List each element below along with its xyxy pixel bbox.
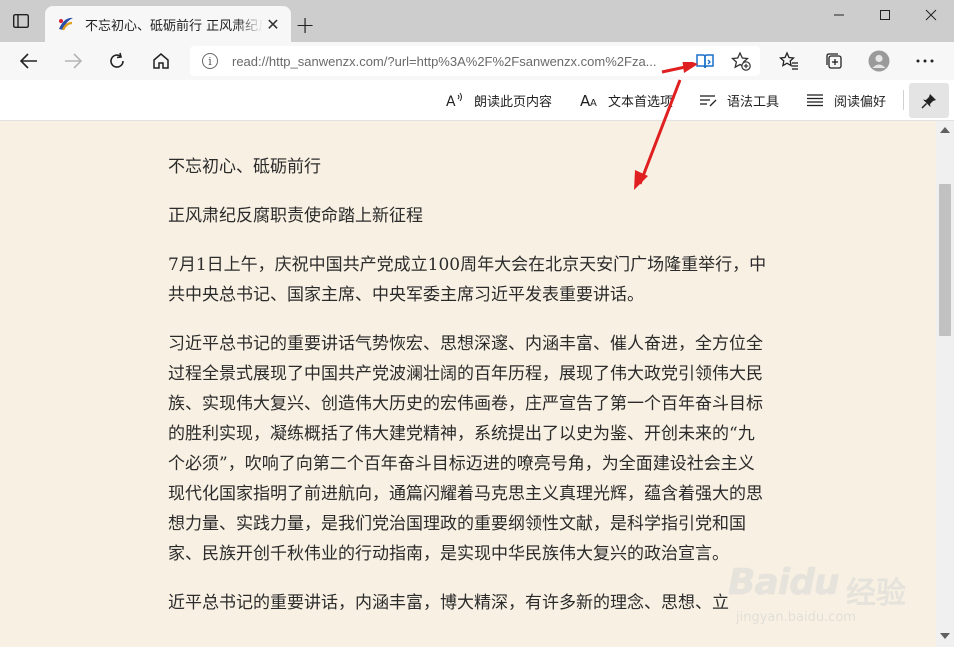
back-button[interactable]	[15, 47, 43, 75]
active-tab[interactable]: 不忘初心、砥砺前行 正风肃纪反 ✕	[45, 6, 291, 42]
minimize-button[interactable]	[816, 0, 862, 30]
reader-toolbar: A 朗读此页内容 AA 文本首选项 语法工具 阅读偏好	[0, 80, 954, 121]
scroll-down-arrow-icon[interactable]	[940, 633, 950, 639]
article-subheading: 正风肃纪反腐职责使命踏上新征程	[168, 206, 423, 226]
tab-close-icon[interactable]: ✕	[263, 14, 283, 34]
read-aloud-button[interactable]: A 朗读此页内容	[446, 89, 552, 111]
svg-text:A: A	[590, 98, 597, 108]
reading-preferences-icon	[806, 93, 824, 107]
read-aloud-label: 朗读此页内容	[474, 94, 553, 110]
article-content: 不忘初心、砥砺前行 正风肃纪反腐职责使命踏上新征程 7月1日上午，庆祝中国共产党…	[168, 152, 770, 637]
more-options-icon[interactable]	[911, 47, 939, 75]
refresh-button[interactable]	[103, 47, 131, 75]
baidu-jingyan-watermark: Baidu 经验 jingyan.baidu.com	[728, 562, 938, 642]
grammar-tools-label: 语法工具	[727, 94, 780, 110]
favorites-icon[interactable]	[775, 47, 803, 75]
watermark-logo: Baidu	[728, 562, 839, 603]
article-paragraph: 习近平总书记的重要讲话气势恢宏、思想深邃、内涵丰富、催人奋进，全方位全过程全景式…	[168, 334, 763, 564]
toolbar-divider	[903, 90, 904, 110]
maximize-button[interactable]	[862, 0, 908, 30]
tab-actions-icon[interactable]	[10, 11, 32, 31]
close-window-button[interactable]	[908, 0, 954, 30]
add-favorite-icon[interactable]	[728, 50, 754, 72]
grammar-tools-button[interactable]: 语法工具	[699, 89, 779, 111]
url-text[interactable]: read://http_sanwenzx.com/?url=http%3A%2F…	[232, 54, 677, 69]
collections-icon[interactable]	[820, 47, 848, 75]
pin-toolbar-icon[interactable]	[909, 83, 949, 118]
home-button[interactable]	[147, 47, 175, 75]
tab-strip: 不忘初心、砥砺前行 正风肃纪反 ✕ +	[0, 0, 954, 42]
navigation-bar: i read://http_sanwenzx.com/?url=http%3A%…	[0, 42, 954, 80]
read-aloud-icon: A	[446, 92, 464, 108]
article-paragraph: 近平总书记的重要讲话，内涵丰富，博大精深，有许多新的理念、思想、立	[168, 593, 729, 613]
site-favicon-icon	[59, 17, 73, 31]
new-tab-button[interactable]: +	[292, 12, 318, 38]
annotation-arrow-icon	[634, 62, 698, 190]
reading-preferences-button[interactable]: 阅读偏好	[806, 89, 886, 111]
tab-title: 不忘初心、砥砺前行 正风肃纪反	[85, 18, 263, 34]
article-paragraph: 7月1日上午，庆祝中国共产党成立100周年大会在北京天安门广场隆重举行，中共中央…	[168, 255, 767, 305]
text-preferences-icon: AA	[580, 92, 598, 108]
watermark-label: 经验	[846, 576, 906, 611]
reading-preferences-label: 阅读偏好	[834, 94, 887, 110]
scroll-up-arrow-icon[interactable]	[940, 127, 950, 133]
scrollbar-thumb[interactable]	[939, 184, 951, 336]
svg-text:A: A	[446, 94, 456, 108]
watermark-url: jingyan.baidu.com	[736, 610, 856, 625]
profile-avatar[interactable]	[865, 47, 893, 75]
vertical-scrollbar[interactable]	[936, 121, 954, 647]
info-icon[interactable]: i	[202, 53, 218, 69]
forward-button[interactable]	[59, 47, 87, 75]
